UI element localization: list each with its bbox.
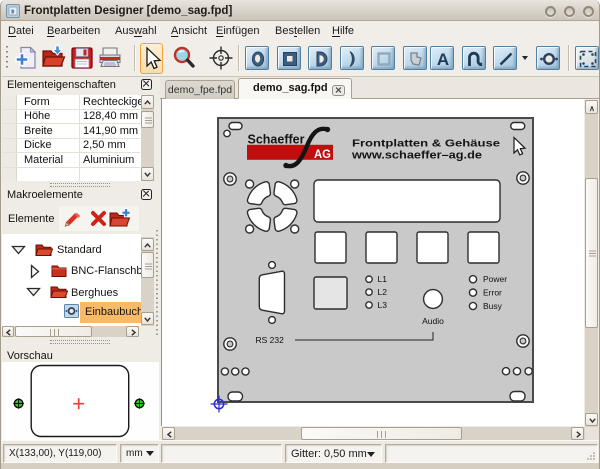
- svg-text:AG: AG: [314, 149, 331, 161]
- svg-text:RS 232: RS 232: [256, 335, 285, 345]
- svg-text:Schaeffer: Schaeffer: [248, 132, 305, 147]
- svg-text:Frontplatten & Gehäuse: Frontplatten & Gehäuse: [352, 138, 500, 150]
- svg-text:Power: Power: [483, 274, 507, 284]
- svg-text:L1: L1: [378, 274, 388, 284]
- svg-text:A: A: [437, 50, 449, 69]
- svg-text:www.schaeffer–ag.de: www.schaeffer–ag.de: [351, 150, 482, 162]
- svg-text:L3: L3: [378, 300, 388, 310]
- svg-text:Busy: Busy: [483, 301, 503, 311]
- svg-text:Audio: Audio: [422, 316, 444, 326]
- svg-text:L2: L2: [378, 287, 388, 297]
- svg-text:Error: Error: [483, 288, 502, 298]
